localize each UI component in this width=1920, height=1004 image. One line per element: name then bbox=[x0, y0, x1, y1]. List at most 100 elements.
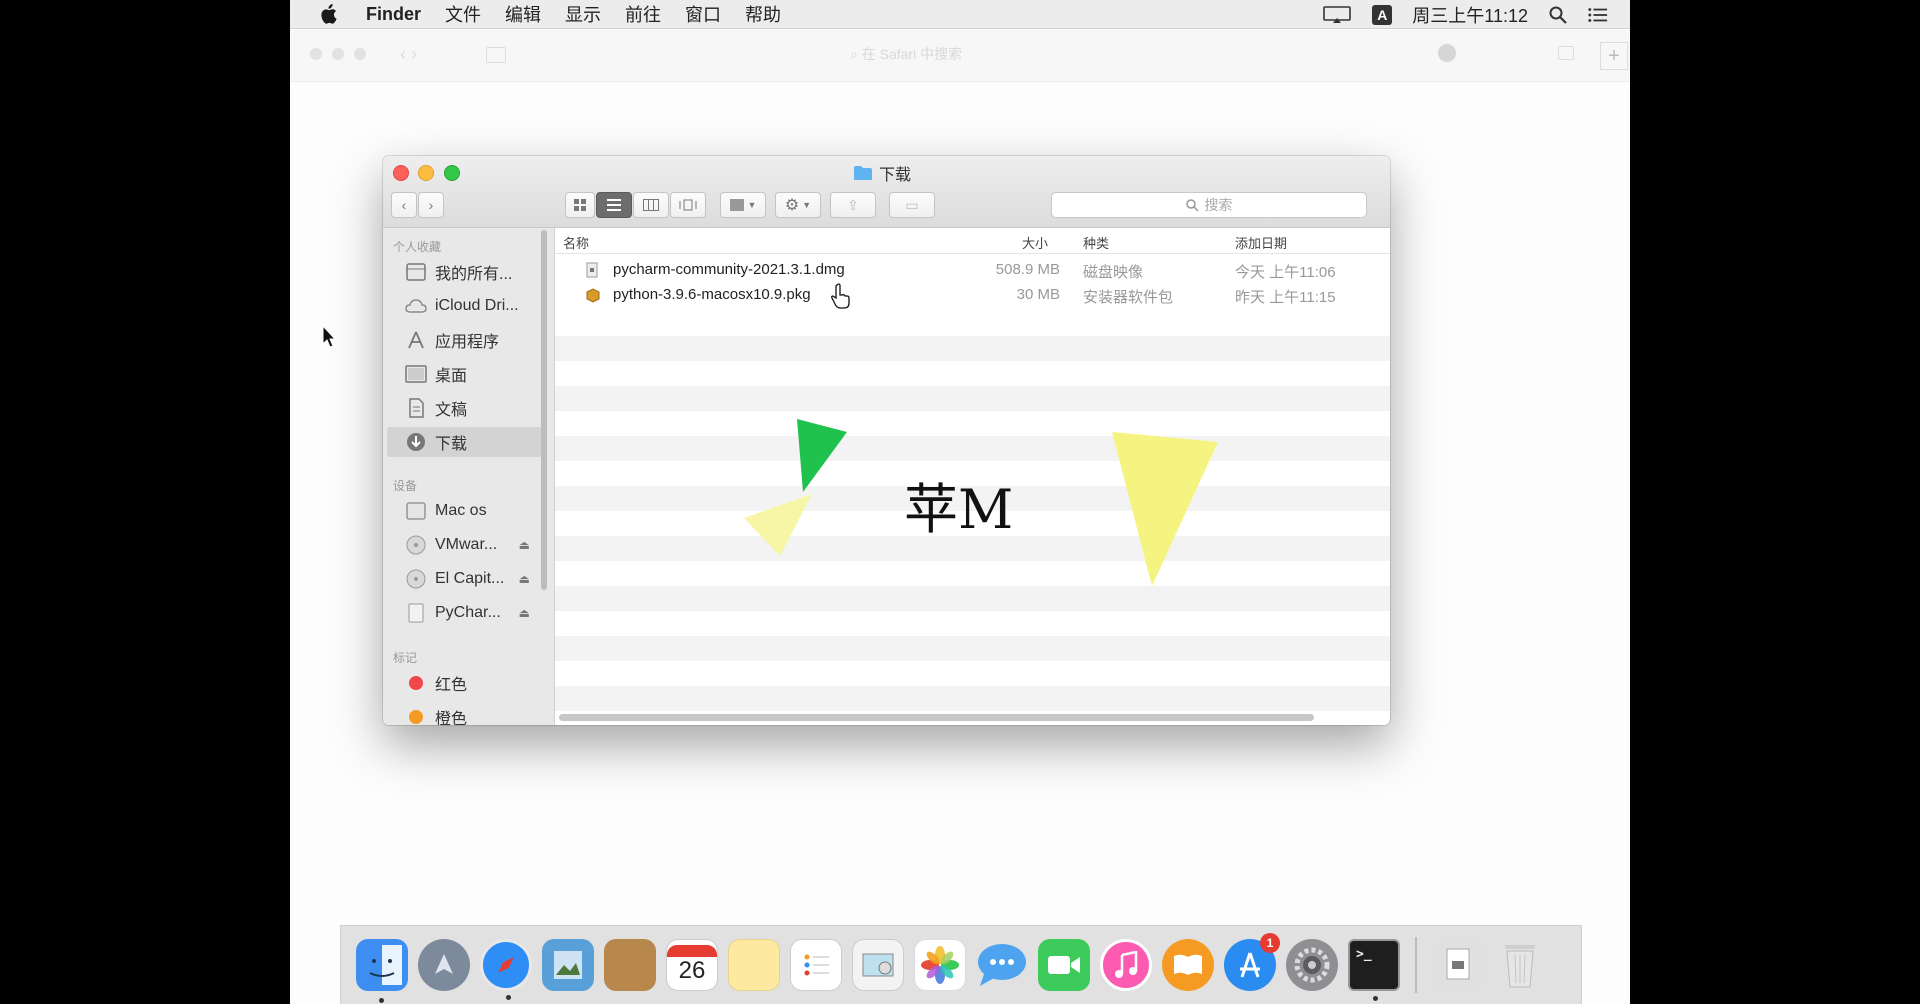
sidebar-item-all-files[interactable]: 我的所有... bbox=[383, 257, 538, 287]
cover-flow-button[interactable] bbox=[670, 192, 706, 218]
share-button[interactable]: ⇪ bbox=[830, 192, 876, 218]
menu-finder[interactable]: Finder bbox=[366, 4, 421, 25]
hard-drive-icon bbox=[405, 500, 427, 522]
pkg-file-icon bbox=[585, 287, 601, 307]
input-method-indicator[interactable]: A bbox=[1372, 4, 1393, 25]
dock-trash-icon[interactable] bbox=[1494, 939, 1546, 991]
column-view-button[interactable] bbox=[633, 192, 669, 218]
tags-button[interactable]: ▭ bbox=[889, 192, 935, 218]
sidebar-toggle-icon bbox=[486, 47, 506, 63]
file-name: pycharm-community-2021.3.1.dmg bbox=[613, 261, 845, 278]
zoom-button[interactable] bbox=[444, 165, 460, 181]
dock-photos-icon[interactable] bbox=[914, 939, 966, 991]
file-kind: 安装器软件包 bbox=[1083, 289, 1174, 306]
icon-view-button[interactable] bbox=[565, 192, 595, 218]
eject-icon[interactable]: ⏏ bbox=[519, 606, 530, 620]
menu-go[interactable]: 前往 bbox=[625, 1, 661, 27]
gear-icon: ⚙ bbox=[784, 197, 800, 214]
tag-orange-dot-icon bbox=[405, 706, 427, 725]
notification-center-icon[interactable] bbox=[1588, 5, 1608, 25]
sidebar-item-pycharm[interactable]: PyChar... ⏏ bbox=[383, 598, 538, 628]
sidebar-item-label: 桌面 bbox=[435, 368, 468, 385]
sidebar-item-label: Mac os bbox=[435, 502, 487, 519]
dock-itunes-icon[interactable] bbox=[1100, 939, 1152, 991]
dock-system-preferences-icon[interactable] bbox=[1286, 939, 1338, 991]
sidebar-item-label: 文稿 bbox=[435, 402, 468, 419]
sidebar-item-el-capitan[interactable]: El Capit... ⏏ bbox=[383, 564, 538, 594]
column-view-icon bbox=[643, 199, 659, 211]
list-view-icon bbox=[607, 199, 621, 211]
empty-row-stripe bbox=[555, 586, 1390, 611]
column-size[interactable]: 大小 bbox=[1022, 233, 1048, 252]
sidebar-item-label: VMwar... bbox=[435, 536, 498, 553]
green-triangle-decoration bbox=[797, 419, 847, 492]
tabs-overview-icon bbox=[1558, 46, 1574, 60]
dock-messages-icon[interactable] bbox=[976, 939, 1028, 991]
sidebar-item-downloads[interactable]: 下载 bbox=[387, 427, 542, 457]
arrange-button[interactable]: ▼ bbox=[720, 192, 766, 218]
sidebar-item-label: PyChar... bbox=[435, 604, 501, 621]
hand-pointer-cursor-icon bbox=[831, 283, 850, 309]
forward-button[interactable]: › bbox=[418, 192, 444, 218]
dock-reminders-icon[interactable] bbox=[790, 939, 842, 991]
menu-help[interactable]: 帮助 bbox=[745, 1, 781, 27]
yellow-triangle-large-decoration bbox=[1112, 432, 1218, 586]
menu-clock[interactable]: 周三上午11:12 bbox=[1412, 2, 1528, 28]
sidebar-item-icloud-drive[interactable]: iCloud Dri... bbox=[383, 291, 538, 321]
spotlight-search-icon[interactable] bbox=[1548, 5, 1568, 25]
file-row[interactable]: pycharm-community-2021.3.1.dmg 508.9 MB … bbox=[555, 258, 1390, 283]
sidebar-item-vmware[interactable]: VMwar... ⏏ bbox=[383, 530, 538, 560]
disk-image-icon bbox=[405, 602, 427, 624]
dock-safari-icon[interactable] bbox=[480, 939, 532, 1000]
sidebar-item-tag-red[interactable]: 红色 bbox=[383, 668, 538, 698]
dock-launchpad-icon[interactable] bbox=[418, 939, 470, 991]
disc-icon bbox=[405, 534, 427, 556]
column-kind[interactable]: 种类 bbox=[1083, 233, 1109, 252]
dock-notes-icon[interactable] bbox=[728, 939, 780, 991]
sidebar-scrollbar[interactable] bbox=[541, 230, 547, 590]
column-date-added[interactable]: 添加日期 bbox=[1235, 233, 1287, 252]
download-icon bbox=[1438, 44, 1456, 62]
dock-notebook-icon[interactable] bbox=[604, 939, 656, 991]
dock-app-store-icon[interactable]: 1 bbox=[1224, 933, 1280, 991]
dock-downloads-stack-icon[interactable] bbox=[1432, 939, 1484, 991]
dock-image-capture-icon[interactable] bbox=[852, 939, 904, 991]
dock-finder-icon[interactable] bbox=[356, 939, 408, 1003]
menu-file[interactable]: 文件 bbox=[445, 1, 481, 27]
empty-row-stripe bbox=[555, 336, 1390, 361]
cover-flow-icon bbox=[679, 199, 697, 211]
sidebar-item-applications[interactable]: 应用程序 bbox=[383, 325, 538, 355]
file-row[interactable]: python-3.9.6-macosx10.9.pkg 30 MB 安装器软件包… bbox=[555, 283, 1390, 308]
tag-red-dot-icon bbox=[405, 672, 427, 694]
file-kind: 磁盘映像 bbox=[1083, 264, 1144, 281]
minimize-button[interactable] bbox=[418, 165, 434, 181]
menu-view[interactable]: 显示 bbox=[565, 1, 601, 27]
sidebar-item-label: 我的所有... bbox=[435, 266, 513, 283]
back-button[interactable]: ‹ bbox=[391, 192, 417, 218]
sidebar-item-mac-os[interactable]: Mac os bbox=[383, 496, 538, 526]
list-view-button[interactable] bbox=[596, 192, 632, 218]
sidebar-item-tag-orange[interactable]: 橙色 bbox=[383, 702, 538, 725]
sidebar-item-desktop[interactable]: 桌面 bbox=[383, 359, 538, 389]
finder-sidebar: 个人收藏 我的所有... iCloud Dri... 应用程序 桌面 文稿 下载… bbox=[383, 228, 555, 725]
menu-window[interactable]: 窗口 bbox=[685, 1, 721, 27]
horizontal-scrollbar[interactable] bbox=[559, 714, 1314, 721]
dock-facetime-icon[interactable] bbox=[1038, 939, 1090, 991]
dock-ibooks-icon[interactable] bbox=[1162, 939, 1214, 991]
finder-search-field[interactable]: 搜索 bbox=[1051, 192, 1367, 218]
dock-preview-icon[interactable] bbox=[542, 939, 594, 991]
dock-calendar-icon[interactable]: 26 bbox=[666, 939, 718, 991]
airplay-icon[interactable] bbox=[1322, 5, 1352, 25]
dmg-file-icon bbox=[585, 262, 599, 282]
eject-icon[interactable]: ⏏ bbox=[519, 538, 530, 552]
eject-icon[interactable]: ⏏ bbox=[519, 572, 530, 586]
apple-menu-icon[interactable] bbox=[314, 0, 342, 28]
empty-row-stripe bbox=[555, 636, 1390, 661]
close-button[interactable] bbox=[393, 165, 409, 181]
dock-terminal-icon[interactable]: >_ bbox=[1348, 939, 1400, 1001]
column-name[interactable]: 名称 bbox=[563, 233, 589, 252]
action-button[interactable]: ⚙ ▼ bbox=[775, 192, 821, 218]
menu-edit[interactable]: 编辑 bbox=[505, 1, 541, 27]
sidebar-item-documents[interactable]: 文稿 bbox=[383, 393, 538, 423]
column-header: 名称 大小 种类 添加日期 bbox=[555, 228, 1390, 254]
